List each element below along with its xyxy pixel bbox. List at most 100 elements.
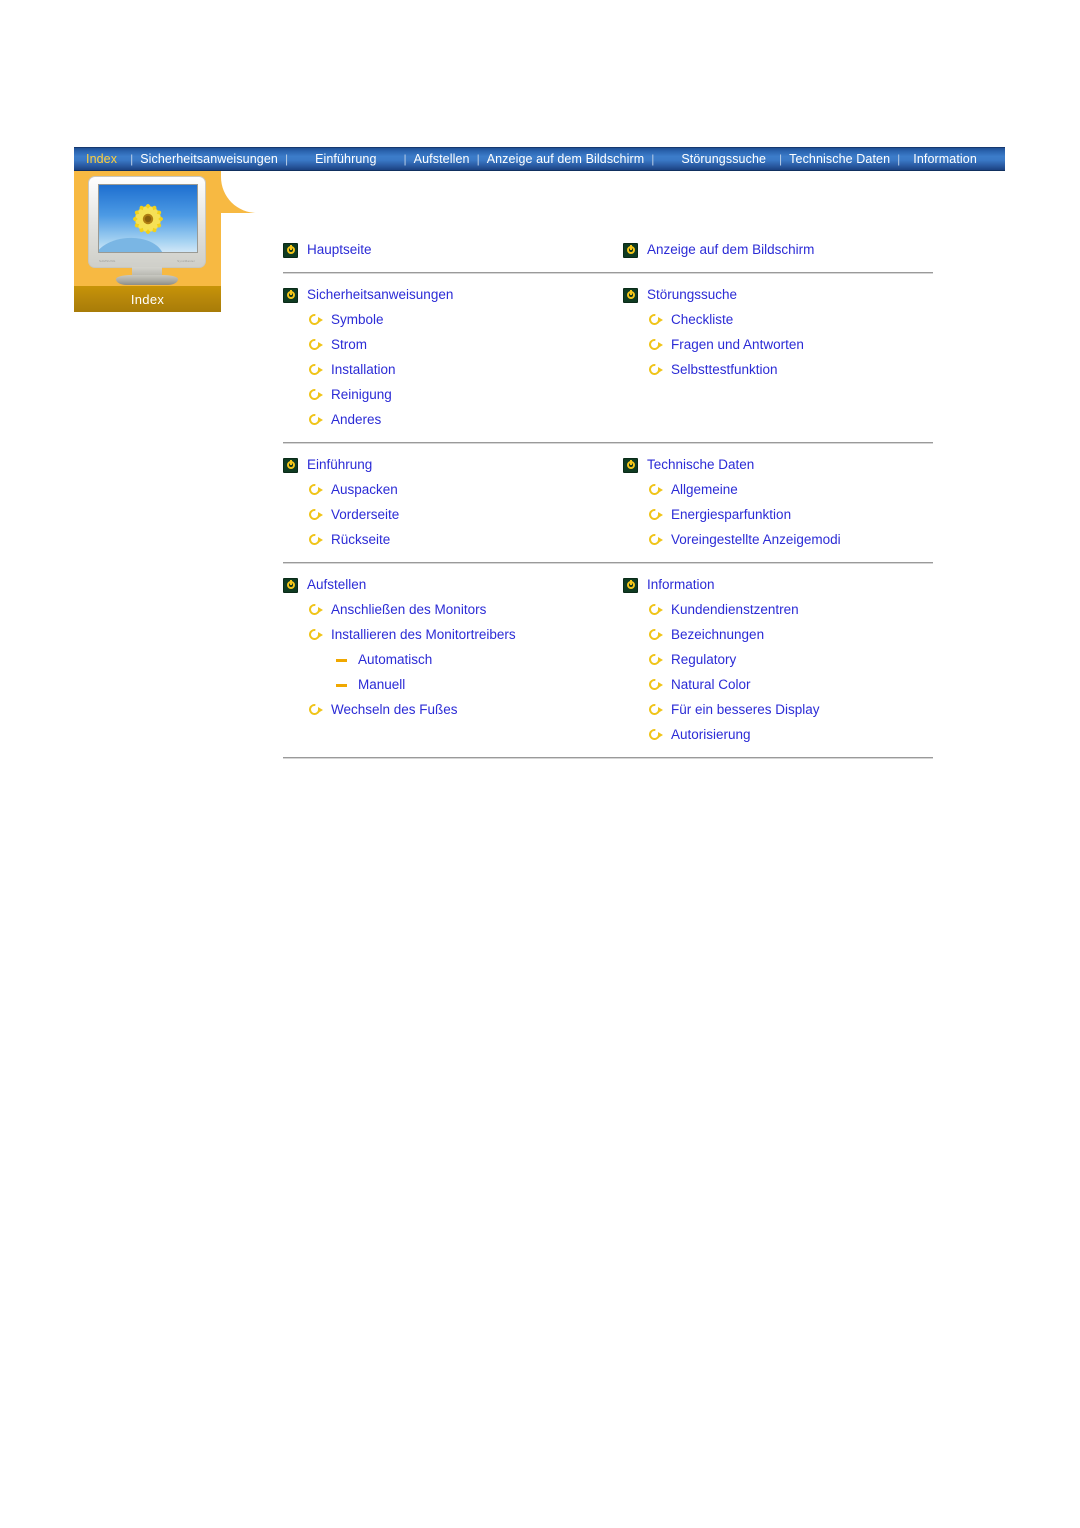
sub-entry-regulatory[interactable]: Regulatory <box>623 648 933 673</box>
sub-entry-allgemeine[interactable]: Allgemeine <box>623 478 933 503</box>
nav-item-sicherheitsanweisungen[interactable]: Sicherheitsanweisungen <box>134 147 284 171</box>
link-label[interactable]: Selbsttestfunktion <box>671 362 778 378</box>
link-label[interactable]: Technische Daten <box>647 457 754 473</box>
index-tab-band: Index <box>74 286 221 312</box>
circular-arrow-icon <box>649 654 663 667</box>
subsub-entry-manuell[interactable]: Manuell <box>283 673 608 698</box>
nav-item-storungssuche[interactable]: Störungssuche <box>675 147 772 171</box>
block-pad <box>283 444 933 453</box>
link-label[interactable]: Reinigung <box>331 387 392 403</box>
section-entry-einfuhrung[interactable]: Einführung <box>283 453 608 478</box>
link-label[interactable]: Kundendienstzentren <box>671 602 799 618</box>
link-label[interactable]: Automatisch <box>358 652 432 668</box>
nav-item-anzeige-auf-dem-bildschirm[interactable]: Anzeige auf dem Bildschirm <box>481 147 651 171</box>
sub-entry-bezeichnungen[interactable]: Bezeichnungen <box>623 623 933 648</box>
nav-item-technische-daten[interactable]: Technische Daten <box>783 147 896 171</box>
sub-entry-wechseln-des-fusses[interactable]: Wechseln des Fußes <box>283 698 608 723</box>
sunflower-icon <box>133 203 163 234</box>
sub-entry-kundendienstzentren[interactable]: Kundendienstzentren <box>623 598 933 623</box>
link-label[interactable]: Störungssuche <box>647 287 737 303</box>
power-ring-icon <box>623 578 638 593</box>
sub-entry-reinigung[interactable]: Reinigung <box>283 383 608 408</box>
link-label[interactable]: Voreingestellte Anzeigemodi <box>671 532 841 548</box>
content-column-right: Technische Daten Allgemeine Energiesparfun… <box>608 453 933 553</box>
section-entry-anzeige-auf-dem-bildschirm[interactable]: Anzeige auf dem Bildschirm <box>623 238 933 263</box>
content-column-left: Einführung Auspacken Vorderseite Rückseite <box>283 453 608 553</box>
link-label[interactable]: Für ein besseres Display <box>671 702 820 718</box>
section-entry-sicherheitsanweisungen[interactable]: Sicherheitsanweisungen <box>283 283 608 308</box>
circular-arrow-icon <box>309 364 323 377</box>
link-label[interactable]: Installation <box>331 362 396 378</box>
sub-entry-fur-ein-besseres-display[interactable]: Für ein besseres Display <box>623 698 933 723</box>
nav-item-information[interactable]: Information <box>907 147 983 171</box>
section-entry-aufstellen[interactable]: Aufstellen <box>283 573 608 598</box>
subsub-entry-automatisch[interactable]: Automatisch <box>283 648 608 673</box>
link-label[interactable]: Installieren des Monitortreibers <box>331 627 516 643</box>
link-label[interactable]: Symbole <box>331 312 384 328</box>
link-label[interactable]: Fragen und Antworten <box>671 337 804 353</box>
monitor-stand-base <box>116 275 178 285</box>
sub-entry-energiesparfunktion[interactable]: Energiesparfunktion <box>623 503 933 528</box>
link-label[interactable]: Vorderseite <box>331 507 399 523</box>
link-label[interactable]: Regulatory <box>671 652 736 668</box>
sub-entry-vorderseite[interactable]: Vorderseite <box>283 503 608 528</box>
sub-entry-ruckseite[interactable]: Rückseite <box>283 528 608 553</box>
sub-entry-strom[interactable]: Strom <box>283 333 608 358</box>
circular-arrow-icon <box>649 629 663 642</box>
sub-entry-checkliste[interactable]: Checkliste <box>623 308 933 333</box>
section-entry-storungssuche[interactable]: Störungssuche <box>623 283 933 308</box>
section-entry-hauptseite[interactable]: Hauptseite <box>283 238 608 263</box>
sub-entry-fragen-und-antworten[interactable]: Fragen und Antworten <box>623 333 933 358</box>
link-label[interactable]: Anderes <box>331 412 381 428</box>
monitor-screen <box>98 184 198 253</box>
power-ring-icon <box>623 288 638 303</box>
link-label[interactable]: Natural Color <box>671 677 751 693</box>
link-label[interactable]: Manuell <box>358 677 405 693</box>
nav-item-aufstellen[interactable]: Aufstellen <box>408 147 476 171</box>
content-column-right: Anzeige auf dem Bildschirm <box>608 238 933 263</box>
block-gap <box>283 263 933 272</box>
link-label[interactable]: Strom <box>331 337 367 353</box>
link-label[interactable]: Allgemeine <box>671 482 738 498</box>
nav-separator: | <box>897 152 901 166</box>
link-label[interactable]: Anzeige auf dem Bildschirm <box>647 242 814 258</box>
link-label[interactable]: Autorisierung <box>671 727 751 743</box>
link-label[interactable]: Rückseite <box>331 532 390 548</box>
link-label[interactable]: Bezeichnungen <box>671 627 764 643</box>
block-pad <box>283 564 933 573</box>
dash-icon <box>336 679 349 692</box>
sub-entry-anderes[interactable]: Anderes <box>283 408 608 433</box>
power-ring-icon <box>283 288 298 303</box>
nav-item-einfuhrung[interactable]: Einführung <box>309 147 382 171</box>
link-label[interactable]: Energiesparfunktion <box>671 507 791 523</box>
section-entry-information[interactable]: Information <box>623 573 933 598</box>
link-label[interactable]: Einführung <box>307 457 372 473</box>
sub-entry-installieren-des-monitortreibers[interactable]: Installieren des Monitortreibers <box>283 623 608 648</box>
link-label[interactable]: Hauptseite <box>307 242 372 258</box>
link-label[interactable]: Information <box>647 577 715 593</box>
sub-entry-voreingestellte-anzeigemodi[interactable]: Voreingestellte Anzeigemodi <box>623 528 933 553</box>
section-entry-technische-daten[interactable]: Technische Daten <box>623 453 933 478</box>
sub-entry-natural-color[interactable]: Natural Color <box>623 673 933 698</box>
link-label[interactable]: Wechseln des Fußes <box>331 702 458 718</box>
link-label[interactable]: Anschließen des Monitors <box>331 602 486 618</box>
content-block-2: Sicherheitsanweisungen Symbole Strom Instal… <box>283 283 933 433</box>
sub-entry-anschliessen-des-monitors[interactable]: Anschließen des Monitors <box>283 598 608 623</box>
sub-entry-installation[interactable]: Installation <box>283 358 608 383</box>
circular-arrow-icon <box>309 604 323 617</box>
monitor-bezel: SAMSUNG SyncMaster <box>88 176 206 268</box>
link-label[interactable]: Checkliste <box>671 312 733 328</box>
index-panel-corner-curve <box>221 171 257 213</box>
nav-item-index[interactable]: Index <box>80 147 123 171</box>
sub-entry-selbsttestfunktion[interactable]: Selbsttestfunktion <box>623 358 933 383</box>
circular-arrow-icon <box>649 339 663 352</box>
power-ring-icon <box>623 458 638 473</box>
dash-icon <box>336 654 349 667</box>
sub-entry-auspacken[interactable]: Auspacken <box>283 478 608 503</box>
sub-entry-autorisierung[interactable]: Autorisierung <box>623 723 933 748</box>
link-label[interactable]: Auspacken <box>331 482 398 498</box>
link-label[interactable]: Aufstellen <box>307 577 366 593</box>
sub-entry-symbole[interactable]: Symbole <box>283 308 608 333</box>
circular-arrow-icon <box>309 704 323 717</box>
link-label[interactable]: Sicherheitsanweisungen <box>307 287 453 303</box>
